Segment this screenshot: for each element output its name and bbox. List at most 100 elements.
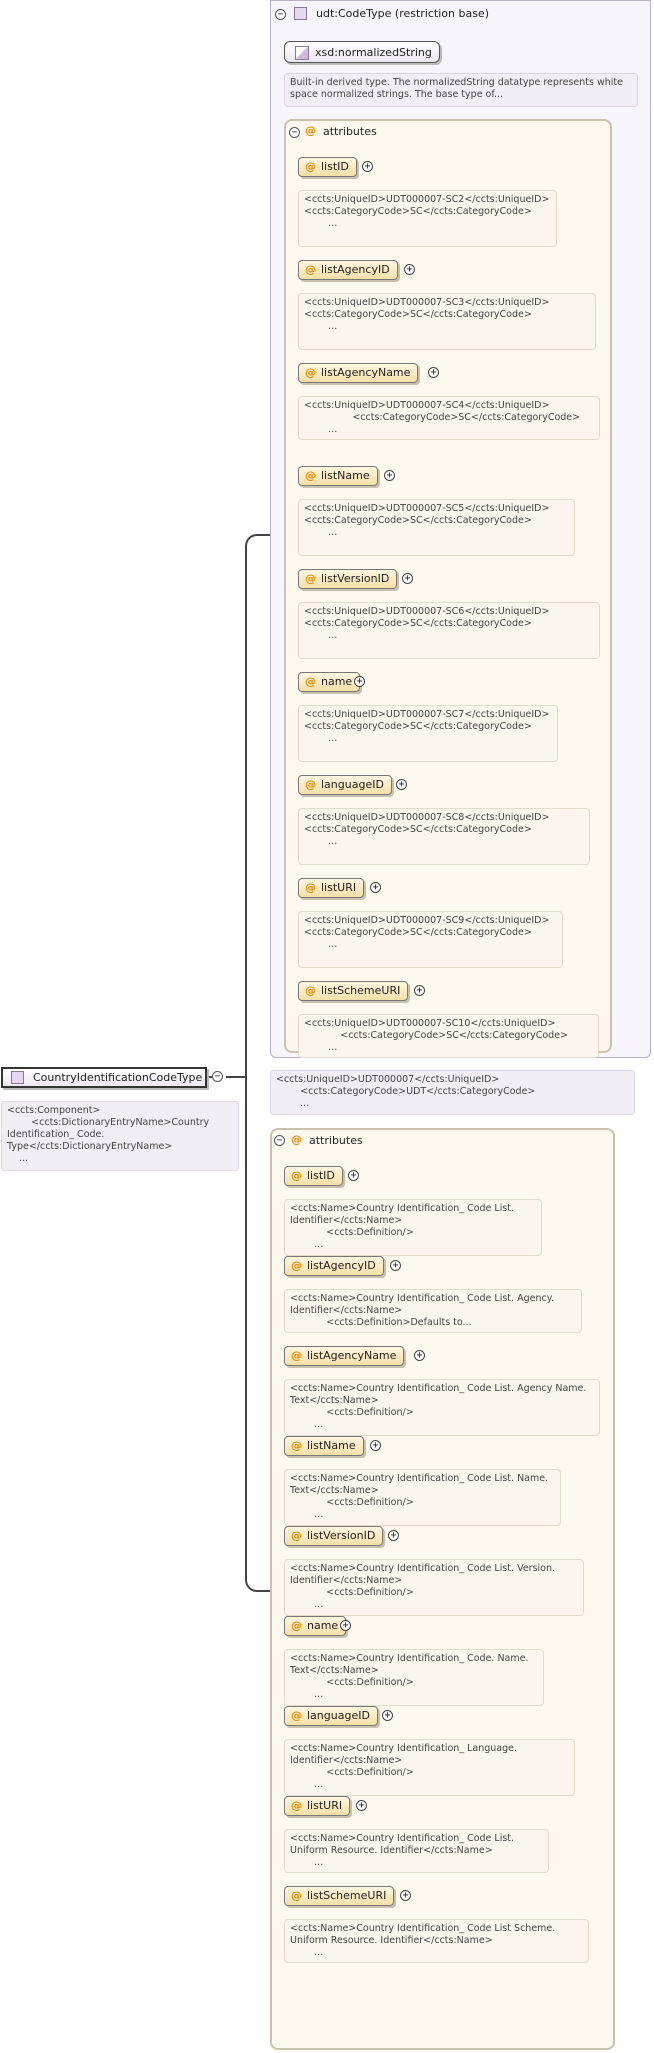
attribute-label: listAgencyName (321, 366, 411, 379)
connector-stub (226, 1076, 247, 1078)
attribute-note: <ccts:UniqueID>UDT000007-SC2</ccts:Uniqu… (298, 190, 557, 247)
attribute-icon: @ (291, 1619, 302, 1632)
attribute-label: listSchemeURI (321, 984, 401, 997)
attribute-listVersionID[interactable]: @ listVersionID (284, 1526, 384, 1546)
attributes-base-collapse-button[interactable]: − (289, 127, 300, 138)
attribute-note: <ccts:UniqueID>UDT000007-SC7</ccts:Uniqu… (298, 705, 558, 762)
attribute-listURI[interactable]: @ listURI (284, 1796, 351, 1816)
attributes-icon: @ (291, 1133, 302, 1146)
attribute-note: <ccts:Name>Country Identification_ Code … (284, 1379, 600, 1436)
attribute-listAgencyID[interactable]: @ listAgencyID (298, 260, 398, 280)
attribute-note: <ccts:UniqueID>UDT000007-SC5</ccts:Uniqu… (298, 499, 575, 556)
restriction-collapse-button[interactable]: − (275, 9, 286, 20)
attribute-note: <ccts:Name>Country Identification_ Langu… (284, 1739, 575, 1796)
attribute-name[interactable]: @ name (284, 1616, 347, 1636)
attributes-icon: @ (305, 124, 316, 137)
attribute-icon: @ (291, 1889, 302, 1902)
attribute-note: <ccts:Name>Country Identification_ Code … (284, 1289, 582, 1333)
attribute-icon: @ (305, 366, 316, 379)
attribute-note: <ccts:UniqueID>UDT000007-SC9</ccts:Uniqu… (298, 911, 563, 968)
restriction-description: Built-in derived type. The normalizedStr… (284, 73, 638, 107)
attribute-icon: @ (291, 1799, 302, 1812)
attribute-listAgencyName[interactable]: @ listAgencyName (298, 363, 419, 383)
attribute-note: <ccts:UniqueID>UDT000007-SC10</ccts:Uniq… (298, 1014, 599, 1058)
expand-button[interactable]: + (370, 1440, 381, 1451)
attribute-note: <ccts:Name>Country Identification_ Code … (284, 1469, 561, 1526)
base-type-label: xsd:normalizedString (315, 46, 432, 59)
attribute-languageID[interactable]: @ languageID (284, 1706, 378, 1726)
restriction-title: udt:CodeType (restriction base) (316, 7, 489, 20)
attribute-note: <ccts:UniqueID>UDT000007-SC4</ccts:Uniqu… (298, 396, 600, 440)
root-element-label: CountryIdentificationCodeType (33, 1071, 203, 1084)
attribute-label: listAgencyID (307, 1259, 376, 1272)
base-type-tag[interactable]: xsd:normalizedString (284, 41, 440, 63)
attribute-label: listSchemeURI (307, 1889, 387, 1902)
attribute-listID[interactable]: @ listID (298, 157, 357, 177)
attribute-listAgencyName[interactable]: @ listAgencyName (284, 1346, 405, 1366)
expand-button[interactable]: + (354, 676, 365, 687)
expand-button[interactable]: + (414, 1350, 425, 1361)
simple-type-icon (295, 46, 309, 60)
complex-type-icon (294, 7, 307, 20)
attribute-icon: @ (305, 263, 316, 276)
attributes-local-collapse-button[interactable]: − (274, 1135, 285, 1146)
expand-button[interactable]: + (382, 1710, 393, 1721)
attribute-icon: @ (305, 778, 316, 791)
expand-button[interactable]: + (388, 1530, 399, 1541)
attribute-label: listName (321, 469, 370, 482)
attribute-note: <ccts:Name>Country Identification_ Code.… (284, 1649, 544, 1706)
attribute-label: listName (307, 1439, 356, 1452)
expand-button[interactable]: + (384, 470, 395, 481)
expand-button[interactable]: + (404, 264, 415, 275)
root-collapse-button[interactable]: − (212, 1071, 223, 1082)
expand-button[interactable]: + (402, 573, 413, 584)
attribute-listURI[interactable]: @ listURI (298, 878, 365, 898)
complex-type-icon (11, 1071, 24, 1084)
attribute-icon: @ (305, 160, 316, 173)
expand-button[interactable]: + (356, 1800, 367, 1811)
attribute-label: name (321, 675, 353, 688)
expand-button[interactable]: + (396, 779, 407, 790)
attribute-listVersionID[interactable]: @ listVersionID (298, 569, 398, 589)
attribute-name[interactable]: @ name (298, 672, 361, 692)
attribute-listSchemeURI[interactable]: @ listSchemeURI (284, 1886, 395, 1906)
attribute-icon: @ (305, 984, 316, 997)
expand-button[interactable]: + (428, 367, 439, 378)
attribute-listName[interactable]: @ listName (298, 466, 378, 486)
attribute-icon: @ (305, 675, 316, 688)
expand-button[interactable]: + (414, 985, 425, 996)
attribute-icon: @ (291, 1259, 302, 1272)
root-element[interactable]: CountryIdentificationCodeType (1, 1067, 207, 1088)
expand-button[interactable]: + (400, 1890, 411, 1901)
attribute-listSchemeURI[interactable]: @ listSchemeURI (298, 981, 409, 1001)
attribute-listName[interactable]: @ listName (284, 1436, 364, 1456)
attribute-label: listURI (321, 881, 357, 894)
expand-button[interactable]: + (348, 1170, 359, 1181)
type-note: <ccts:UniqueID>UDT000007</ccts:UniqueID>… (270, 1070, 635, 1115)
attribute-icon: @ (305, 881, 316, 894)
attribute-label: listID (307, 1169, 335, 1182)
attribute-languageID[interactable]: @ languageID (298, 775, 392, 795)
attribute-label: listURI (307, 1799, 343, 1812)
expand-button[interactable]: + (370, 882, 381, 893)
attribute-listAgencyID[interactable]: @ listAgencyID (284, 1256, 384, 1276)
attribute-label: listAgencyName (307, 1349, 397, 1362)
attribute-label: listVersionID (321, 572, 390, 585)
attribute-icon: @ (305, 572, 316, 585)
expand-button[interactable]: + (390, 1260, 401, 1271)
attribute-icon: @ (291, 1529, 302, 1542)
attribute-icon: @ (291, 1709, 302, 1722)
expand-button[interactable]: + (340, 1620, 351, 1631)
root-note: <ccts:Component> <ccts:DictionaryEntryNa… (1, 1101, 239, 1171)
attribute-note: <ccts:Name>Country Identification_ Code … (284, 1199, 542, 1256)
attribute-label: listVersionID (307, 1529, 376, 1542)
attributes-base-label: attributes (323, 125, 377, 138)
attributes-local-label: attributes (309, 1134, 363, 1147)
expand-button[interactable]: + (362, 161, 373, 172)
attribute-note: <ccts:UniqueID>UDT000007-SC3</ccts:Uniqu… (298, 293, 596, 350)
attribute-note: <ccts:Name>Country Identification_ Code … (284, 1829, 549, 1873)
attribute-note: <ccts:Name>Country Identification_ Code … (284, 1559, 584, 1616)
attribute-label: listID (321, 160, 349, 173)
attribute-note: <ccts:UniqueID>UDT000007-SC8</ccts:Uniqu… (298, 808, 590, 865)
attribute-listID[interactable]: @ listID (284, 1166, 343, 1186)
